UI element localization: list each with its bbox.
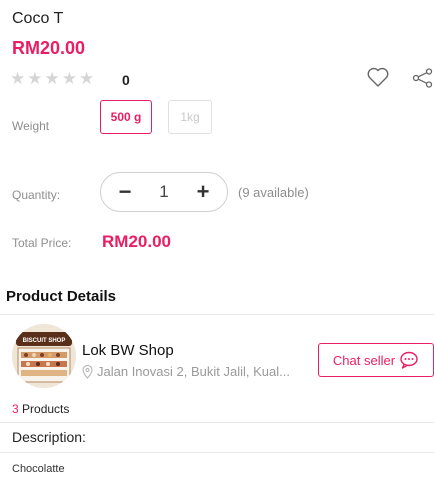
increment-button[interactable]: +: [193, 181, 213, 203]
total-price-value: RM20.00: [102, 232, 171, 251]
quantity-label: Quantity:: [12, 188, 61, 202]
product-count-label: Products: [18, 402, 70, 416]
shop-location-text: Jalan Inovasi 2, Bukit Jalil, Kual...: [97, 364, 290, 379]
shop-product-count[interactable]: 3 Products: [12, 402, 69, 416]
divider: [0, 422, 434, 423]
star-icon: ★: [79, 69, 95, 88]
description-text: Chocolatte: [12, 463, 65, 475]
product-title: Coco T: [12, 10, 64, 27]
product-count-number: 3: [12, 402, 19, 416]
star-icon: ★: [61, 69, 77, 88]
divider: [0, 452, 434, 453]
product-price: RM20.00: [12, 38, 86, 58]
star-icon: ★: [27, 69, 43, 88]
product-details-heading: Product Details: [6, 288, 117, 305]
weight-option-1kg[interactable]: 1kg: [168, 100, 212, 134]
weight-label: Weight: [12, 119, 50, 133]
rating-count: 0: [122, 72, 130, 88]
total-price-label: Total Price:: [12, 236, 72, 250]
shop-location: Jalan Inovasi 2, Bukit Jalil, Kual...: [82, 364, 316, 379]
rating-stars: ★ ★ ★ ★ ★: [10, 70, 94, 87]
description-heading: Description:: [12, 429, 86, 445]
chat-seller-button[interactable]: Chat seller: [318, 343, 434, 377]
shop-avatar[interactable]: BISCUIT SHOP: [12, 324, 76, 388]
quantity-stepper: − 1 +: [100, 172, 228, 212]
chat-bubble-icon: [400, 351, 418, 369]
star-icon: ★: [10, 69, 26, 88]
weight-option-500g[interactable]: 500 g: [100, 100, 152, 134]
svg-text:BISCUIT SHOP: BISCUIT SHOP: [23, 338, 66, 344]
divider: [0, 314, 434, 315]
available-stock: (9 available): [238, 185, 309, 200]
quantity-value[interactable]: 1: [159, 182, 168, 202]
chat-seller-label: Chat seller: [332, 352, 396, 368]
shop-name[interactable]: Lok BW Shop: [82, 342, 174, 359]
location-pin-icon: [82, 364, 93, 379]
decrement-button[interactable]: −: [115, 181, 135, 203]
star-icon: ★: [44, 69, 60, 88]
share-icon[interactable]: [412, 68, 434, 88]
heart-icon[interactable]: [366, 66, 390, 88]
